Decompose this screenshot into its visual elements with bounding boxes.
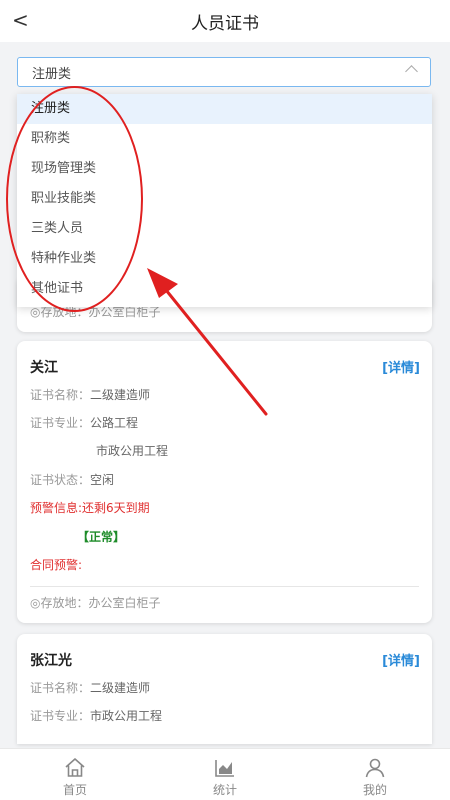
cert-name-row: 证书名称：二级建造师: [30, 386, 150, 403]
detail-link[interactable]: [详情]: [382, 357, 420, 376]
cert-name-value: 二级建造师: [90, 681, 151, 695]
detail-link[interactable]: [详情]: [382, 650, 420, 669]
tab-label: 首页: [62, 783, 87, 797]
cert-name-row: 证书名称：二级建造师: [30, 679, 150, 696]
status-badge: 【正常】: [77, 530, 126, 544]
cert-major-label: 证书专业：: [30, 416, 91, 430]
category-select-value: 注册类: [32, 66, 72, 82]
chevron-up-icon: [405, 65, 418, 78]
option-item[interactable]: 三类人员: [17, 214, 432, 244]
tab-label: 我的: [362, 783, 387, 797]
cert-status-value: 空闲: [90, 473, 115, 487]
home-icon: [65, 758, 85, 777]
cert-major-label: 证书专业：: [30, 709, 91, 723]
divider: [30, 586, 419, 587]
cert-major-row: 证书专业：市政公用工程: [30, 707, 162, 724]
user-icon: [365, 758, 385, 778]
cert-status-row: 证书状态：空闲: [30, 471, 114, 488]
cert-major-value: 市政公用工程: [96, 444, 169, 458]
person-name: 张江光: [30, 653, 72, 669]
expiry-warning: 预警信息:还剩6天到期: [30, 501, 150, 515]
option-item[interactable]: 职业技能类: [17, 184, 432, 214]
person-name: 关江: [30, 360, 58, 376]
cert-name-label: 证书名称：: [30, 388, 91, 402]
tab-home[interactable]: 首页: [0, 749, 150, 800]
chevron-left-icon[interactable]: <: [12, 8, 29, 32]
category-select[interactable]: 注册类: [17, 57, 431, 87]
cert-status-label: 证书状态：: [30, 473, 91, 487]
tab-profile[interactable]: 我的: [300, 749, 450, 800]
chart-icon: [215, 760, 234, 777]
option-item[interactable]: 特种作业类: [17, 244, 432, 274]
cert-card[interactable]: 张江光 [详情] 证书名称：二级建造师 证书专业：市政公用工程: [17, 634, 432, 744]
cert-major-value: 市政公用工程: [90, 709, 163, 723]
header: < 人员证书: [0, 0, 450, 42]
option-item[interactable]: 职称类: [17, 124, 432, 154]
tab-stats[interactable]: 统计: [150, 749, 300, 800]
option-item[interactable]: 注册类: [17, 94, 432, 124]
cert-major-row: 证书专业：公路工程: [30, 414, 138, 431]
category-dropdown: 注册类 职称类 现场管理类 职业技能类 三类人员 特种作业类 其他证书: [17, 94, 432, 307]
contract-warning: 合同预警:: [30, 558, 83, 572]
option-item[interactable]: 其他证书: [17, 274, 432, 304]
cert-name-value: 二级建造师: [90, 388, 151, 402]
option-item[interactable]: 现场管理类: [17, 154, 432, 184]
tab-label: 统计: [212, 783, 237, 797]
storage-location: ◎存放地：办公室白柜子: [30, 596, 161, 610]
page-title: 人员证书: [191, 13, 259, 34]
bottom-tabbar: 首页 统计 我的: [0, 748, 450, 800]
cert-name-label: 证书名称：: [30, 681, 91, 695]
cert-card[interactable]: 关江 [详情] 证书名称：二级建造师 证书专业：公路工程 市政公用工程 证书状态…: [17, 341, 432, 623]
cert-major-value: 公路工程: [90, 416, 139, 430]
